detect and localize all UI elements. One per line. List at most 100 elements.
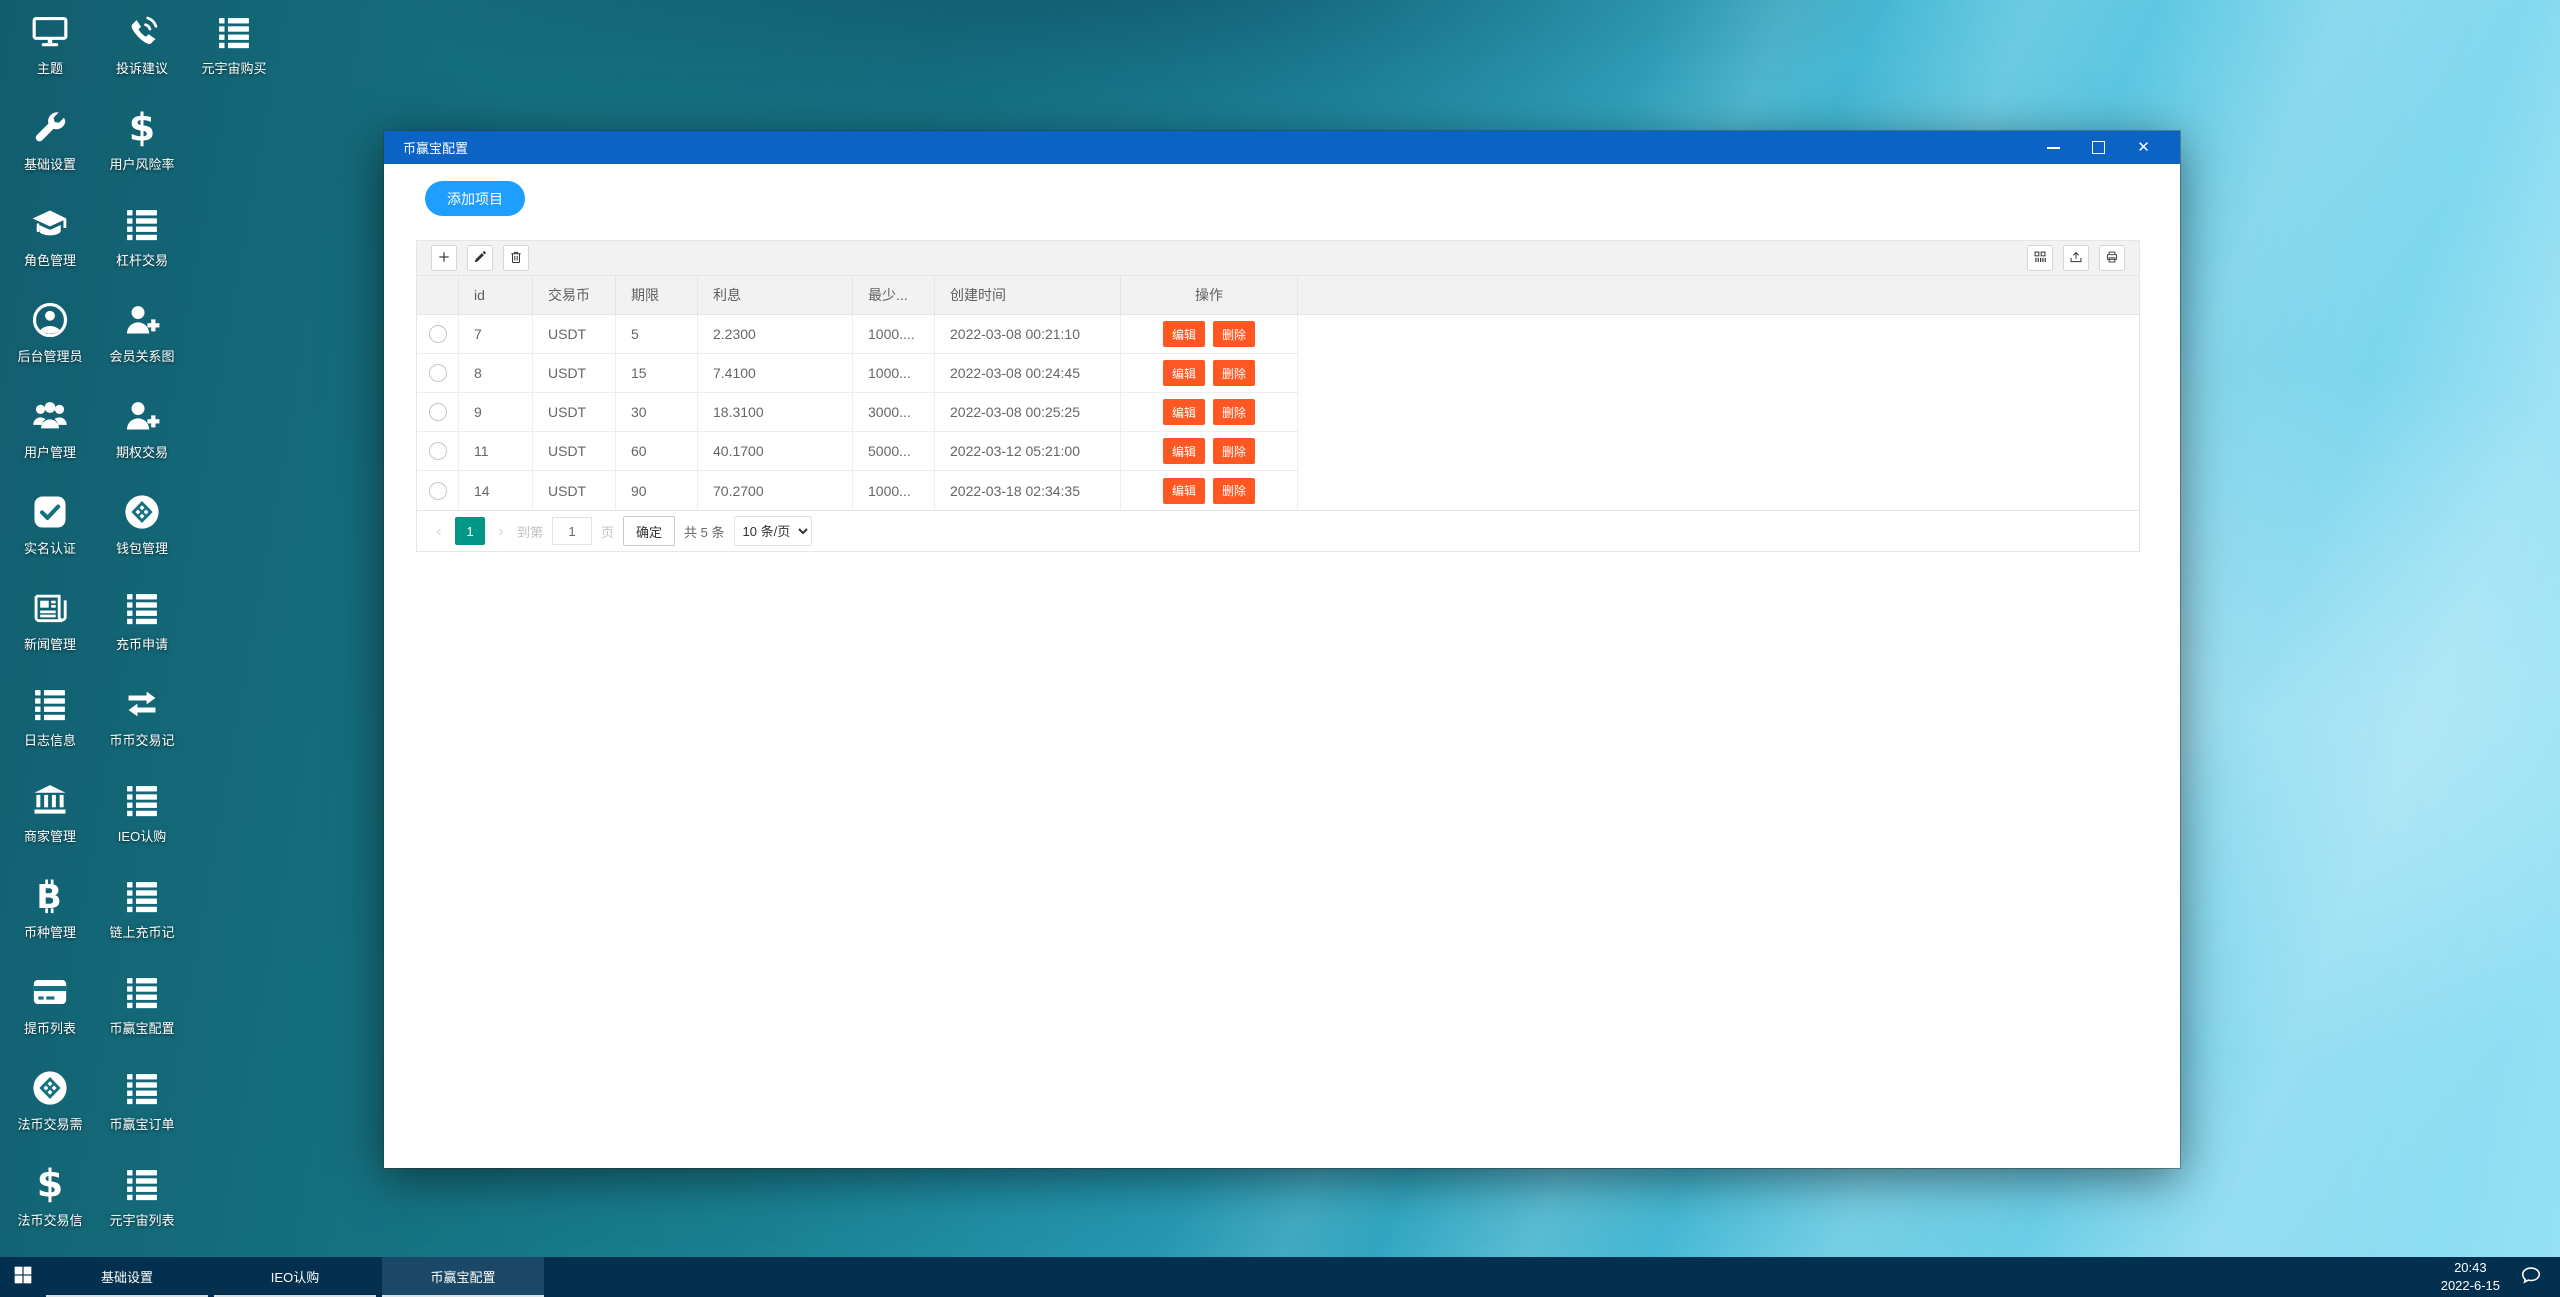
desktop-icon[interactable]: B 币种管理 [4,870,96,966]
plus-button[interactable] [431,245,457,271]
list-icon [123,204,161,244]
desktop-icon[interactable]: 提币列表 [4,966,96,1062]
taskbar-item[interactable]: IEO认购 [214,1257,376,1297]
desktop-icon[interactable]: 角色管理 [4,198,96,294]
start-button[interactable] [0,1257,46,1297]
desktop-icon-label: 主题 [36,61,63,76]
desktop-icon[interactable]: 会员关系图 [96,294,188,390]
edit-button[interactable]: 编辑 [1162,477,1205,504]
edit-button[interactable]: 编辑 [1162,399,1205,425]
goto-page-input[interactable] [552,517,593,545]
edit-button[interactable]: 编辑 [1162,360,1205,386]
page-number-button[interactable]: 1 [455,517,485,545]
windows-logo-icon [13,1265,33,1290]
row-actions-cell: 编辑 删除 [1121,315,1298,353]
edit-button[interactable]: 编辑 [1162,438,1205,464]
taskbar-clock[interactable]: 20:43 2022-6-15 [2441,1259,2500,1294]
row-radio[interactable] [428,481,447,500]
prev-page-button[interactable]: ‹ [432,523,446,540]
desktop-icon[interactable]: 投诉建议 [96,6,188,102]
row-radio[interactable] [428,325,447,343]
desktop-icon[interactable]: 后台管理员 [4,294,96,390]
close-button[interactable]: ✕ [2121,131,2166,164]
desktop-icon[interactable]: $ 法币交易信 [4,1158,96,1254]
edit-button[interactable] [467,245,493,271]
row-select-cell [417,471,459,510]
svg-text:$: $ [37,1165,63,1203]
desktop-icon-label: 用户管理 [23,445,76,460]
window-titlebar[interactable]: 币赢宝配置 ✕ [384,131,2180,164]
desktop-icon[interactable]: 币币交易记 [96,678,188,774]
desktop-icon[interactable]: 基础设置 [4,102,96,198]
wrench-icon [31,108,69,148]
trash-button[interactable] [503,245,529,271]
desktop-icon[interactable]: 商家管理 [4,774,96,870]
taskbar-item[interactable]: 币赢宝配置 [382,1257,544,1297]
cell-term: 90 [616,471,698,510]
desktop-icon[interactable]: 用户管理 [4,390,96,486]
header-cell: 创建时间 [935,276,1121,314]
bank-icon [31,780,69,820]
svg-text:B: B [36,877,61,915]
row-radio[interactable] [428,442,447,460]
edit-button[interactable]: 编辑 [1162,321,1205,347]
desktop: { "colors":{"accent_blue":"#1E9FFF","tit… [0,0,2560,1297]
desktop-icon-label: 杠杆交易 [115,253,168,268]
desktop-icon[interactable]: 币赢宝订单 [96,1062,188,1158]
credit-card-icon [31,972,69,1012]
taskbar-item[interactable]: 基础设置 [46,1257,208,1297]
desktop-icon[interactable]: 新闻管理 [4,582,96,678]
desktop-icon[interactable]: IEO认购 [96,774,188,870]
delete-button[interactable]: 删除 [1213,477,1256,504]
desktop-icon[interactable]: 钱包管理 [96,486,188,582]
desktop-icon[interactable]: 币赢宝配置 [96,966,188,1062]
cell-id: 7 [459,315,533,353]
export-button[interactable] [2063,245,2089,271]
row-radio[interactable] [428,364,447,382]
print-button[interactable] [2099,245,2125,271]
desktop-icon[interactable]: 实名认证 [4,486,96,582]
row-radio[interactable] [428,403,447,421]
columns-button[interactable] [2027,245,2053,271]
row-select-cell [417,315,459,353]
desktop-icon[interactable]: 法币交易需 [4,1062,96,1158]
plus-icon [437,250,451,267]
delete-button[interactable]: 删除 [1213,321,1256,347]
cell-interest: 2.2300 [698,315,853,353]
desktop-icon[interactable]: $ 用户风险率 [96,102,188,198]
desktop-icon[interactable]: 杠杆交易 [96,198,188,294]
list-icon [123,1164,161,1204]
delete-button[interactable]: 删除 [1213,438,1256,464]
desktop-icon[interactable]: 期权交易 [96,390,188,486]
desktop-icon[interactable]: 日志信息 [4,678,96,774]
cell-min: 5000... [853,432,935,470]
goto-confirm-button[interactable]: 确定 [623,516,676,546]
row-select-cell [417,354,459,392]
page-size-select[interactable]: 10 条/页 [733,516,812,546]
table-toolbar [417,241,2139,276]
cell-id: 14 [459,471,533,510]
desktop-icon[interactable]: 链上充币记 [96,870,188,966]
desktop-icon[interactable]: 主题 [4,6,96,102]
check-square-icon [31,492,69,532]
table-row: 11 USDT 60 40.1700 5000... 2022-03-12 05:21:0… [417,432,1299,471]
delete-button[interactable]: 删除 [1213,399,1256,425]
add-item-button[interactable]: 添加项目 [425,181,525,216]
cell-coin: USDT [533,432,616,470]
delete-button[interactable]: 删除 [1213,360,1256,386]
taskbar-items: 基础设置 IEO认购 币赢宝配置 [46,1257,544,1297]
desktop-icon[interactable]: 元宇宙列表 [96,1158,188,1254]
minimize-button[interactable] [2031,131,2076,164]
cell-id: 11 [459,432,533,470]
desktop-icon[interactable]: 充币申请 [96,582,188,678]
newspaper-icon [31,588,69,628]
cell-created: 2022-03-08 00:25:25 [935,393,1121,431]
desktop-icon[interactable]: 元宇宙购买 [188,6,280,102]
next-page-button[interactable]: › [494,523,508,540]
taskbar-tray: 20:43 2022-6-15 [2441,1257,2560,1297]
phone-waves-icon [123,12,161,52]
list-icon [123,780,161,820]
user-circle-icon [31,300,69,340]
action-center-button[interactable] [2520,1264,2542,1291]
maximize-button[interactable] [2076,131,2121,164]
